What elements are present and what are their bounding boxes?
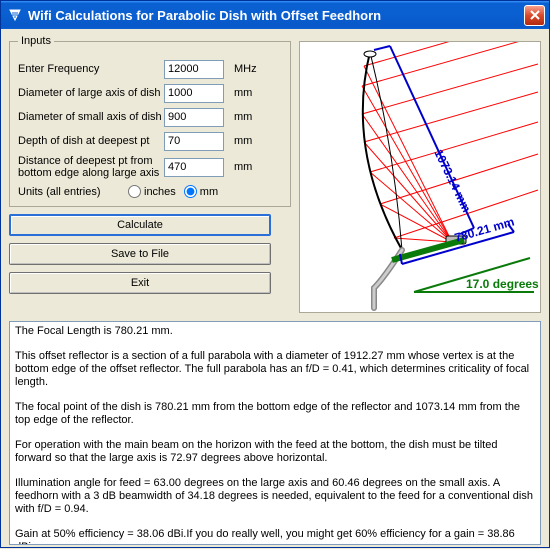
depth-unit: mm — [234, 135, 252, 147]
results-textarea[interactable]: The Focal Length is 780.21 mm. This offs… — [9, 321, 541, 545]
large-axis-unit: mm — [234, 87, 252, 99]
save-button[interactable]: Save to File — [9, 243, 271, 265]
app-icon — [7, 7, 23, 23]
units-inches-radio[interactable] — [128, 185, 141, 198]
depth-input[interactable] — [164, 132, 224, 151]
frequency-unit: MHz — [234, 63, 257, 75]
inputs-group: Inputs Enter Frequency MHz Diameter of l… — [9, 35, 291, 207]
results-line: This offset reflector is a section of a … — [15, 350, 535, 389]
inputs-legend: Inputs — [18, 35, 54, 47]
deep-dist-input[interactable] — [164, 158, 224, 177]
small-axis-input[interactable] — [164, 108, 224, 127]
results-line: The focal point of the dish is 780.21 mm… — [15, 401, 535, 427]
small-axis-unit: mm — [234, 111, 252, 123]
deep-dist-label: Distance of deepest pt from bottom edge … — [18, 155, 164, 179]
deep-dist-unit: mm — [234, 161, 252, 173]
small-axis-label: Diameter of small axis of dish — [18, 111, 164, 123]
results-line: Gain at 50% efficiency = 38.06 dBi.If yo… — [15, 528, 535, 545]
units-mm-radio[interactable] — [184, 185, 197, 198]
large-axis-input[interactable] — [164, 84, 224, 103]
large-axis-label: Diameter of large axis of dish — [18, 87, 164, 99]
diagram-angle: 17.0 degrees — [466, 277, 539, 291]
results-line: Illumination angle for feed = 63.00 degr… — [15, 477, 535, 516]
calculate-button[interactable]: Calculate — [9, 214, 271, 236]
window-title: Wifi Calculations for Parabolic Dish wit… — [28, 8, 524, 23]
close-button[interactable] — [524, 5, 545, 26]
results-line: For operation with the main beam on the … — [15, 439, 535, 465]
units-label: Units (all entries) — [18, 186, 128, 198]
frequency-input[interactable] — [164, 60, 224, 79]
client-area: Inputs Enter Frequency MHz Diameter of l… — [1, 29, 549, 549]
exit-button[interactable]: Exit — [9, 272, 271, 294]
units-mm-option[interactable]: mm — [184, 185, 218, 198]
results-line: The Focal Length is 780.21 mm. — [15, 325, 535, 338]
depth-label: Depth of dish at deepest pt — [18, 135, 164, 147]
diagram-top-dim: 1073.14 mm — [431, 147, 473, 214]
frequency-label: Enter Frequency — [18, 63, 164, 75]
title-bar: Wifi Calculations for Parabolic Dish wit… — [1, 1, 549, 29]
units-inches-option[interactable]: inches — [128, 185, 176, 198]
dish-diagram: 1073.14 mm 780.21 mm 17.0 degrees — [300, 42, 540, 312]
diagram-panel: 1073.14 mm 780.21 mm 17.0 degrees — [299, 41, 541, 313]
